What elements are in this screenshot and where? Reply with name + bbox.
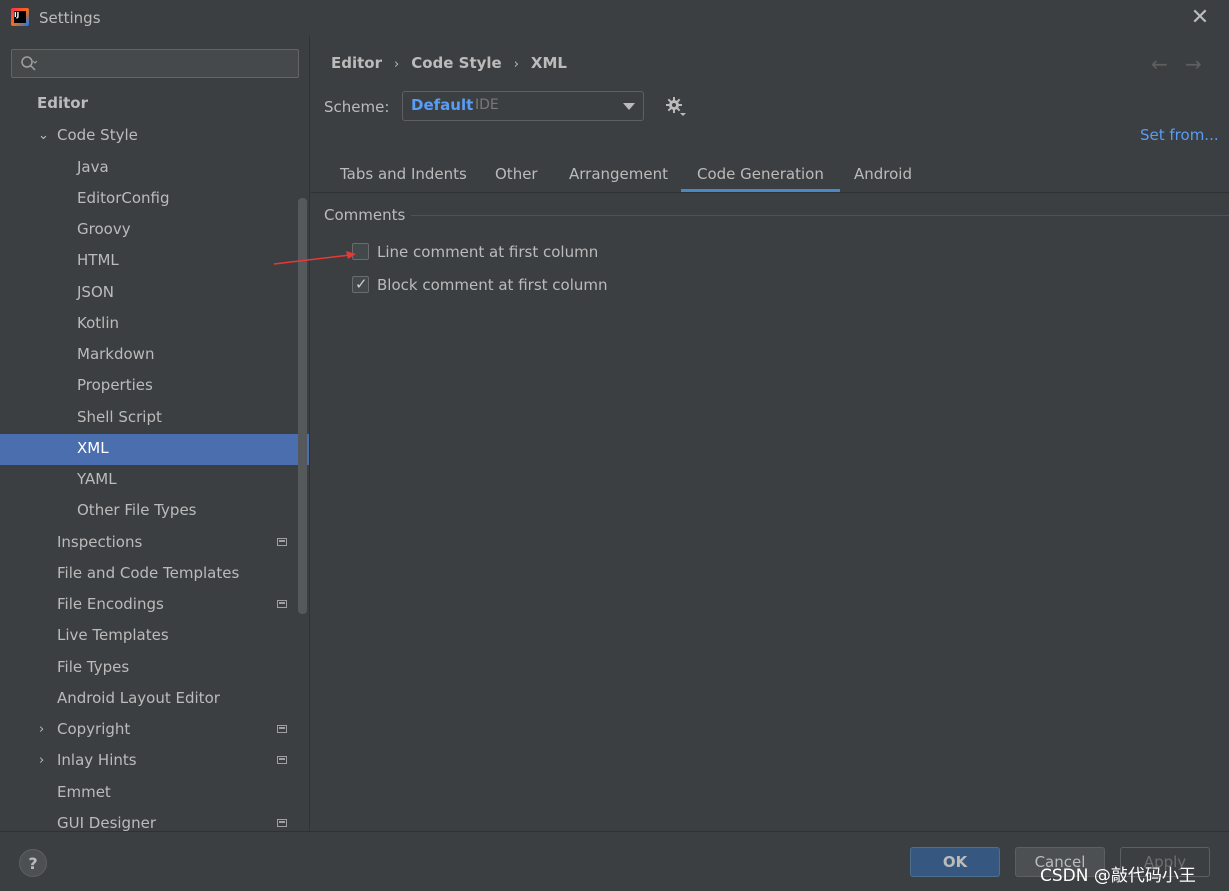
forward-arrow-icon[interactable]: → [1185,52,1202,76]
sidebar-item-file-encodings[interactable]: File Encodings [57,589,164,620]
sidebar-item-other-file-types[interactable]: Other File Types [77,495,197,526]
set-from-link[interactable]: Set from... [1140,126,1219,144]
project-scope-icon [277,819,287,827]
sidebar-item-code-style[interactable]: Code Style [57,120,138,151]
watermark: CSDN @敲代码小王 [1040,866,1196,886]
sidebar-item-file-and-code-templates[interactable]: File and Code Templates [57,558,239,589]
scheme-label: Scheme: [324,98,390,116]
chevron-right-icon[interactable]: › [39,754,51,767]
tab-android[interactable]: Android [854,157,912,192]
project-scope-icon [277,538,287,546]
sidebar-item-emmet[interactable]: Emmet [57,777,111,808]
section-divider [411,215,1229,216]
sidebar-item-editorconfig[interactable]: EditorConfig [77,183,170,214]
sidebar-item-copyright[interactable]: Copyright [57,714,130,745]
chevron-right-icon[interactable]: › [39,723,51,736]
tab-tabs-and-indents[interactable]: Tabs and Indents [340,157,467,192]
breadcrumb-item: Code Style [411,54,502,72]
tab-code-generation[interactable]: Code Generation [681,157,840,192]
line-comment-label[interactable]: Line comment at first column [377,243,598,261]
settings-content: Editor › Code Style › XML ← → Scheme: Defaul… [311,36,1229,831]
sidebar-item-yaml[interactable]: YAML [77,464,117,495]
chevron-right-icon: › [394,57,400,72]
scheme-dropdown[interactable]: Default IDE [402,91,644,121]
search-icon [21,56,38,71]
sidebar-item-kotlin[interactable]: Kotlin [77,308,119,339]
breadcrumb-item: XML [530,54,567,72]
search-input[interactable] [46,53,295,75]
ok-button[interactable]: OK [910,847,1000,877]
annotation-arrow-icon [273,251,356,265]
sidebar-item-json[interactable]: JSON [77,277,114,308]
sidebar-item-editor[interactable]: Editor [37,88,88,119]
window-title: Settings [39,9,101,27]
sidebar-item-java[interactable]: Java [77,152,109,183]
dropdown-arrow-icon [623,103,635,110]
block-comment-label[interactable]: Block comment at first column [377,276,608,294]
close-icon[interactable]: ✕ [1189,7,1211,29]
gear-icon[interactable] [665,96,687,118]
search-field[interactable] [11,49,299,78]
project-scope-icon [277,756,287,764]
sidebar-item-shell-script[interactable]: Shell Script [77,402,162,433]
breadcrumb-item: Editor [331,54,382,72]
settings-sidebar: Editor ⌄ Code Style Java EditorConfig Gr… [0,36,310,832]
sidebar-item-html[interactable]: HTML [77,245,119,276]
title-bar: IJ Settings ✕ [0,0,1229,36]
chevron-down-icon[interactable]: ⌄ [38,129,50,142]
project-scope-icon [277,725,287,733]
tab-arrangement[interactable]: Arrangement [569,157,668,192]
intellij-app-icon: IJ [11,8,29,26]
back-arrow-icon[interactable]: ← [1151,52,1168,76]
tab-other[interactable]: Other [495,157,538,192]
sidebar-item-inlay-hints[interactable]: Inlay Hints [57,745,137,776]
sidebar-item-markdown[interactable]: Markdown [77,339,154,370]
scheme-suffix: IDE [475,97,499,113]
sidebar-item-live-templates[interactable]: Live Templates [57,620,169,651]
sidebar-item-file-types[interactable]: File Types [57,652,129,683]
breadcrumb: Editor › Code Style › XML [331,54,567,72]
sidebar-selection-highlight [0,434,309,465]
scheme-value: Default [411,96,474,114]
block-comment-checkbox[interactable]: ✓ [352,275,369,293]
code-style-tabs: Tabs and Indents Other Arrangement Code … [311,157,1229,193]
sidebar-item-android-layout-editor[interactable]: Android Layout Editor [57,683,220,714]
help-button[interactable]: ? [19,849,47,877]
comments-section-title: Comments [324,206,406,224]
sidebar-item-properties[interactable]: Properties [77,370,153,401]
project-scope-icon [277,600,287,608]
sidebar-item-xml[interactable]: XML [77,433,109,464]
sidebar-item-inspections[interactable]: Inspections [57,527,142,558]
chevron-right-icon: › [513,57,519,72]
checkmark-icon: ✓ [355,275,368,293]
sidebar-item-groovy[interactable]: Groovy [77,214,131,245]
